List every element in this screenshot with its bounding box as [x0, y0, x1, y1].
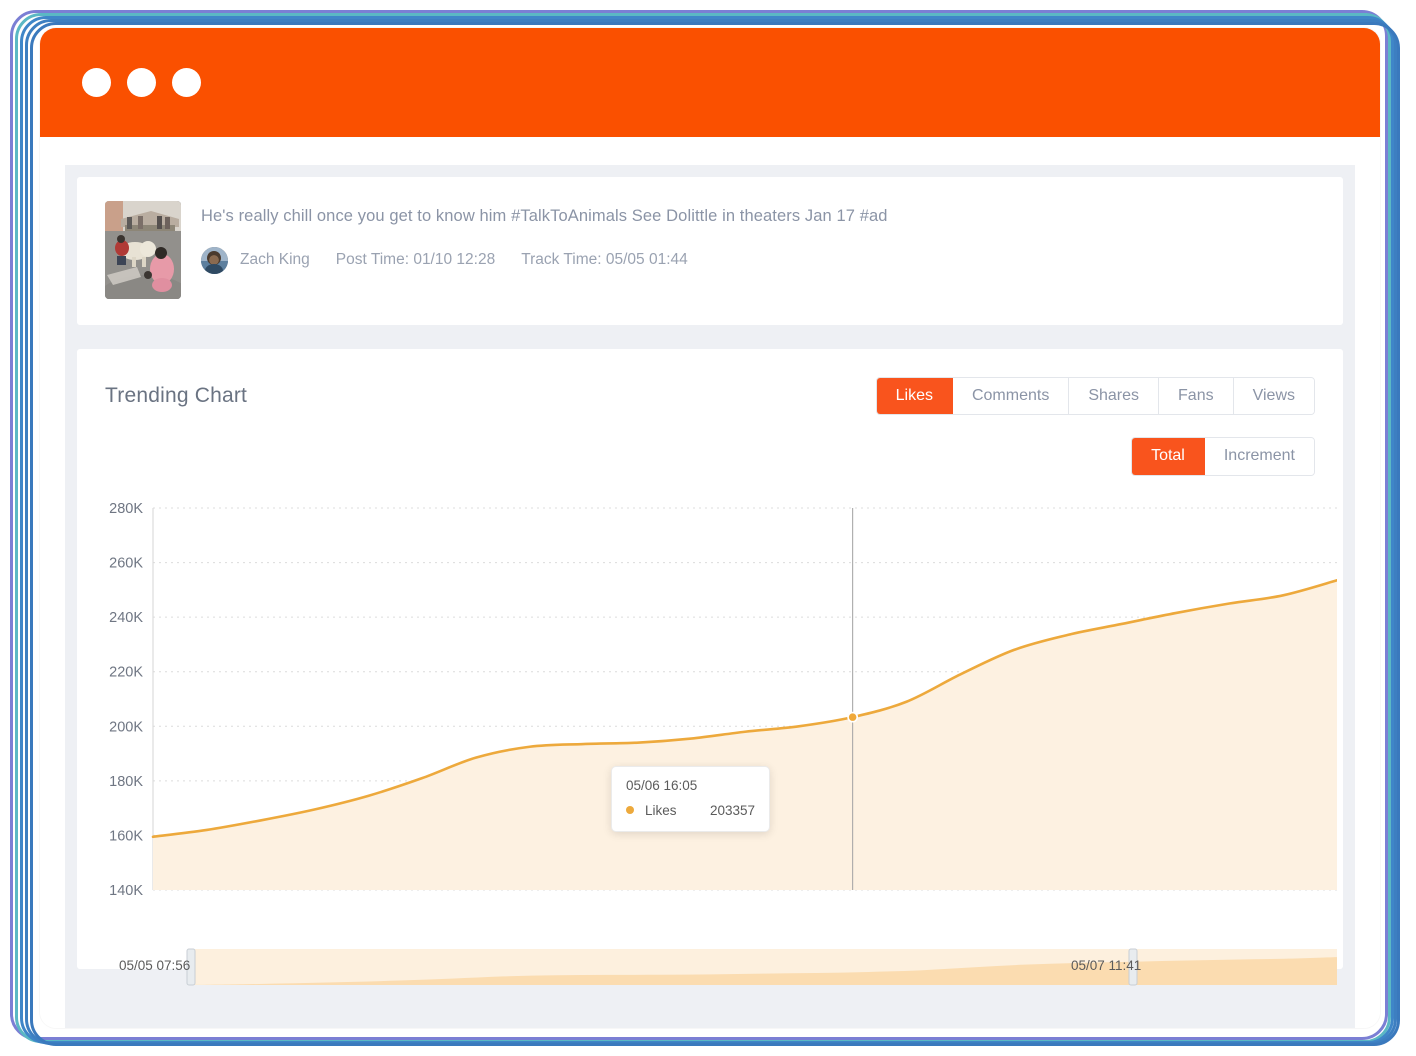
chart-hover-marker [847, 711, 859, 723]
window-minimize-dot-icon[interactable] [127, 68, 156, 97]
svg-text:280K: 280K [109, 501, 143, 517]
tooltip-series-value: 203357 [709, 802, 755, 818]
svg-text:260K: 260K [109, 555, 143, 571]
tab-increment[interactable]: Increment [1204, 438, 1314, 475]
tab-total[interactable]: Total [1132, 438, 1205, 475]
tab-shares[interactable]: Shares [1069, 378, 1160, 415]
tooltip-time: 05/06 16:05 [626, 777, 698, 793]
tooltip-series-name: Likes [645, 802, 677, 818]
author-avatar [201, 246, 228, 274]
browser-titlebar [40, 28, 1380, 137]
track-time: Track Time: 05/05 01:44 [521, 251, 688, 269]
post-thumbnail-image [105, 201, 181, 299]
tab-views[interactable]: Views [1233, 378, 1314, 415]
post-meta-row: Zach King Post Time: 01/10 12:28 Track T… [201, 246, 888, 274]
svg-text:200K: 200K [109, 719, 143, 735]
chart-tooltip: 05/06 16:05 Likes 203357 [611, 765, 770, 832]
datazoom-track [186, 948, 1337, 986]
post-info-card: He's really chill once you get to know h… [77, 177, 1343, 325]
author-name: Zach King [240, 251, 310, 269]
svg-text:240K: 240K [109, 610, 143, 626]
page-title: Trending Chart [105, 384, 248, 408]
tooltip-series-dot-icon [626, 806, 634, 815]
svg-text:220K: 220K [109, 664, 143, 680]
chart-y-axis-labels: 140K 160K 180K 200K 220K 240K 260K 280K [109, 501, 143, 899]
window-close-dot-icon[interactable] [82, 68, 111, 97]
window-maximize-dot-icon[interactable] [172, 68, 201, 97]
page-background: He's really chill once you get to know h… [65, 165, 1355, 1028]
tab-likes[interactable]: Likes [876, 378, 953, 415]
browser-viewport: He's really chill once you get to know h… [40, 137, 1380, 1028]
datazoom-start-label: 05/05 07:56 [119, 958, 191, 973]
svg-text:140K: 140K [109, 883, 143, 899]
post-time: Post Time: 01/10 12:28 [335, 251, 496, 269]
tab-comments[interactable]: Comments [952, 378, 1070, 415]
post-caption: He's really chill once you get to know h… [201, 207, 888, 225]
svg-text:180K: 180K [109, 774, 143, 790]
post-text-block: He's really chill once you get to know h… [201, 201, 888, 274]
post-thumbnail[interactable] [105, 201, 181, 299]
author-avatar-image [201, 246, 228, 274]
mode-tab-group: Total Increment [1131, 437, 1315, 476]
tab-fans[interactable]: Fans [1159, 378, 1234, 415]
likes-area-chart: 140K 160K 180K 200K 220K 240K 260K 280K [109, 501, 1337, 899]
svg-text:160K: 160K [109, 828, 143, 844]
datazoom-end-label: 05/07 11:41 [1071, 958, 1142, 973]
browser-window: He's really chill once you get to know h… [40, 28, 1380, 1028]
mode-tab-row: Total Increment [105, 437, 1315, 476]
tooltip-series-row: Likes 203357 [626, 803, 755, 818]
chart-header: Trending Chart Likes Comments Shares Fan… [105, 377, 1315, 416]
chart-area-fill [153, 580, 1337, 890]
chart-datazoom-slider[interactable]: 05/05 07:56 05/07 11:41 [105, 947, 1337, 987]
screenshot-stage: He's really chill once you get to know h… [0, 0, 1416, 1056]
metric-tab-group: Likes Comments Shares Fans Views [875, 377, 1315, 416]
chart-plot-area[interactable]: 140K 160K 180K 200K 220K 240K 260K 280K 05/06 1… [105, 500, 1337, 940]
trending-chart-card: Trending Chart Likes Comments Shares Fan… [77, 349, 1343, 986]
